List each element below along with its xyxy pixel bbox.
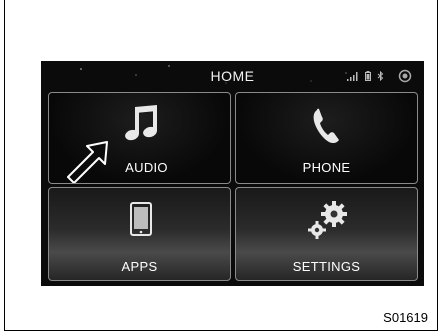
music-note-icon	[125, 105, 157, 141]
tile-label-phone: PHONE	[302, 160, 351, 175]
signal-bars-icon	[347, 71, 358, 81]
tile-settings[interactable]: SETTINGS	[235, 187, 418, 281]
tile-label-apps: APPS	[121, 259, 158, 274]
head-unit-screen: HOME AUDIO PHONE APPS SETTINGS	[41, 61, 424, 286]
settings-dot-icon[interactable]	[398, 69, 412, 83]
tile-phone[interactable]: PHONE	[235, 92, 418, 184]
figure-id: S01619	[383, 310, 428, 325]
gears-icon	[308, 201, 347, 239]
tile-apps[interactable]: APPS	[48, 187, 231, 281]
bluetooth-icon	[377, 71, 384, 81]
status-bar	[347, 69, 412, 83]
tablet-icon	[130, 202, 152, 236]
tile-audio[interactable]: AUDIO	[48, 92, 231, 184]
battery-icon	[365, 71, 371, 81]
phone-handset-icon	[313, 108, 339, 144]
tile-label-audio: AUDIO	[125, 160, 168, 175]
tile-label-settings: SETTINGS	[292, 259, 361, 274]
